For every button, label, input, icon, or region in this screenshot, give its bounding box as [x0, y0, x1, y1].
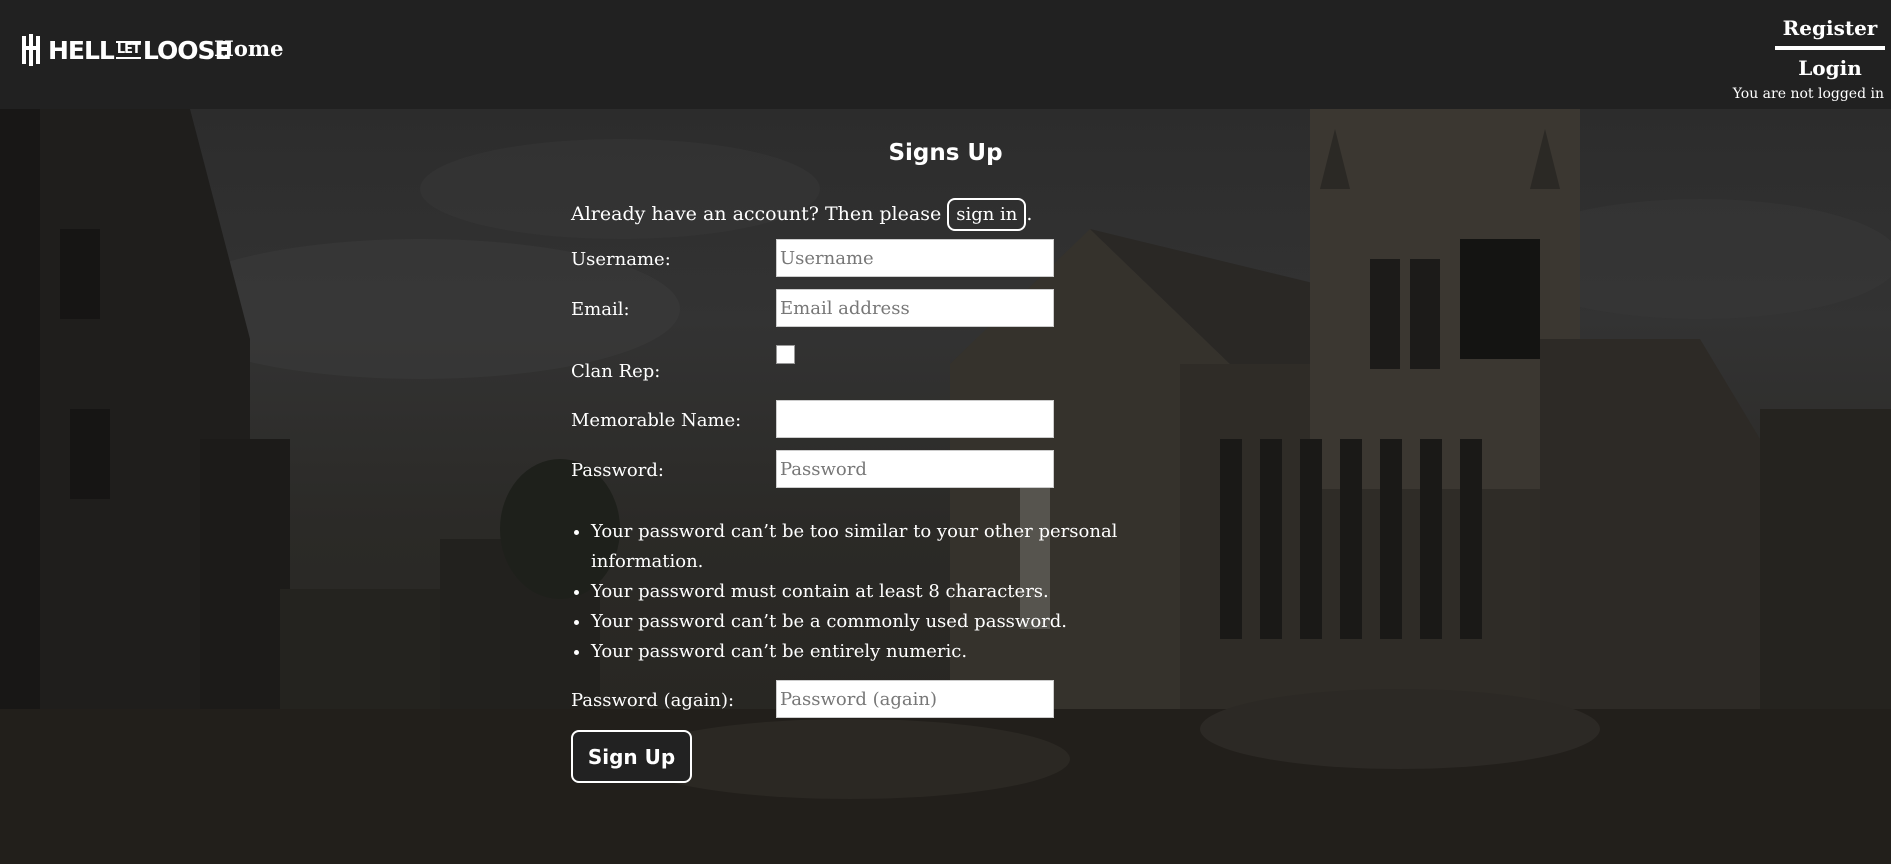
clan-rep-label: Clan Rep:: [571, 361, 661, 382]
username-label: Username:: [571, 249, 671, 270]
password-help-list: Your password can’t be too similar to yo…: [571, 517, 1231, 667]
password-again-label: Password (again):: [571, 690, 735, 711]
password-help-item: Your password can’t be a commonly used p…: [591, 607, 1231, 637]
password-input[interactable]: [776, 450, 1054, 488]
clan-rep-row: Clan Rep:: [571, 345, 1231, 385]
memorable-name-row: Memorable Name:: [571, 400, 1231, 440]
memorable-name-label: Memorable Name:: [571, 410, 742, 431]
sign-in-link[interactable]: sign in: [947, 197, 1027, 231]
top-navbar: HELL LET LOOSE Home Register Login You a…: [0, 0, 1891, 109]
email-input[interactable]: [776, 289, 1054, 327]
memorable-name-input[interactable]: [776, 400, 1054, 438]
signup-form: Already have an account? Then please sig…: [571, 195, 1231, 783]
email-row: Email:: [571, 289, 1231, 329]
page-title: Signs Up: [888, 140, 1003, 166]
email-label: Email:: [571, 299, 630, 320]
password-help-item: Your password can’t be too similar to yo…: [591, 517, 1231, 577]
brand-word-hell: HELL: [48, 35, 115, 65]
nav-account: Register Login You are not logged in: [1733, 16, 1885, 102]
username-input[interactable]: [776, 239, 1054, 277]
sign-up-button[interactable]: Sign Up: [571, 730, 692, 783]
logo-icon: [22, 34, 40, 66]
brand-wordmark: HELL LET LOOSE: [48, 35, 232, 65]
password-again-row: Password (again):: [571, 680, 1231, 720]
password-help-item: Your password must contain at least 8 ch…: [591, 577, 1231, 607]
password-help-item: Your password can’t be entirely numeric.: [591, 637, 1231, 667]
password-row: Password:: [571, 450, 1231, 490]
username-row: Username:: [571, 239, 1231, 279]
clan-rep-checkbox[interactable]: [776, 345, 795, 364]
brand-logo[interactable]: HELL LET LOOSE: [20, 34, 232, 66]
already-period: .: [1026, 203, 1033, 225]
already-have-account: Already have an account? Then please sig…: [571, 195, 1231, 233]
password-again-input[interactable]: [776, 680, 1054, 718]
brand-word-let: LET: [115, 41, 141, 59]
password-label: Password:: [571, 460, 664, 481]
nav-login-link[interactable]: Login: [1775, 56, 1885, 80]
nav-register-link[interactable]: Register: [1775, 16, 1885, 50]
login-status-text: You are not logged in: [1732, 86, 1884, 102]
already-text: Already have an account? Then please: [571, 203, 942, 225]
nav-home-link[interactable]: Home: [214, 36, 283, 61]
